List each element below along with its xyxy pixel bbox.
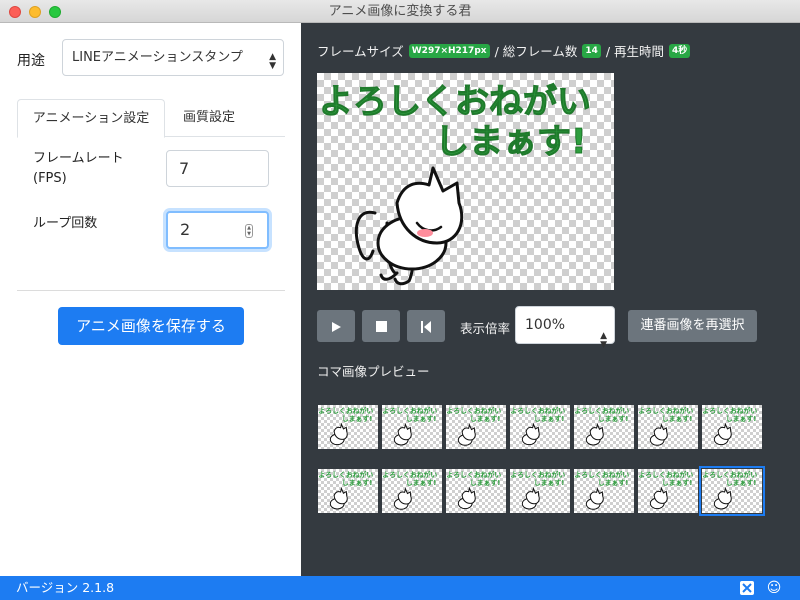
svg-text:しまぁす!: しまぁす! — [662, 414, 693, 423]
fps-label-line1: フレームレート — [33, 151, 124, 166]
svg-text:よろしくおねがい: よろしくおねがい — [382, 406, 437, 415]
svg-text:しまぁす!: しまぁす! — [534, 414, 565, 423]
svg-text:しまぁす!: しまぁす! — [726, 478, 757, 487]
stop-icon — [375, 321, 387, 332]
loop-count-label: ループ回数 — [33, 216, 98, 231]
frame-thumbnail[interactable]: よろしくおねがい しまぁす! — [510, 405, 570, 449]
tab-animation-settings[interactable]: アニメーション設定 — [17, 99, 165, 138]
frame-thumbnail[interactable]: よろしくおねがい しまぁす! — [510, 469, 570, 513]
rewind-button[interactable] — [407, 310, 445, 342]
stepper-icon[interactable]: ▲ ▼ — [245, 224, 253, 238]
loop-count-input[interactable]: 2 ▲ ▼ — [166, 211, 269, 249]
svg-text:しまぁす!: しまぁす! — [406, 414, 437, 423]
cat-illustration — [354, 166, 464, 286]
svg-text:しまぁす!: しまぁす! — [534, 478, 565, 487]
zoom-label: 表示倍率 — [460, 321, 511, 336]
cat-blush — [417, 229, 433, 237]
svg-text:しまぁす!: しまぁす! — [342, 478, 373, 487]
frame-thumbnail[interactable]: よろしくおねがい しまぁす! — [382, 469, 442, 513]
preview-panel: フレームサイズ W297×H217px / 総フレーム数 14 / 再生時間 4… — [301, 23, 800, 576]
version-text: バージョン 2.1.8 — [16, 580, 115, 595]
title-bar: アニメ画像に変換する君 — [0, 0, 800, 23]
status-bar: バージョン 2.1.8 ☺ — [0, 576, 800, 600]
frame-thumbnail[interactable]: よろしくおねがい しまぁす! — [638, 469, 698, 513]
frame-thumbnail[interactable]: よろしくおねがい しまぁす! — [446, 469, 506, 513]
tab-quality-settings[interactable]: 画質設定 — [169, 99, 249, 137]
frame-thumbnails: よろしくおねがい しまぁす! よろしくおねがい しまぁす! よろしくおねがい しまぁす! よ… — [318, 405, 766, 525]
frame-info: フレームサイズ W297×H217px / 総フレーム数 14 / 再生時間 4… — [317, 41, 691, 60]
window-title: アニメ画像に変換する君 — [328, 4, 472, 19]
skip-back-icon — [420, 320, 431, 333]
fps-label-line2: (FPS) — [33, 171, 67, 186]
svg-text:よろしくおねがい: よろしくおねがい — [638, 470, 693, 479]
svg-text:よろしくおねがい: よろしくおねがい — [510, 406, 565, 415]
fps-input[interactable]: 7 — [166, 150, 269, 187]
play-icon — [332, 321, 341, 332]
total-frames-label: / 総フレーム数 — [494, 44, 578, 59]
frame-thumbnail[interactable]: よろしくおねがい しまぁす! — [574, 469, 634, 513]
save-animation-button[interactable]: アニメ画像を保存する — [58, 307, 244, 345]
loop-count-value: 2 — [180, 220, 191, 239]
svg-text:よろしくおねがい: よろしくおねがい — [382, 470, 437, 479]
frame-thumbnail[interactable]: よろしくおねがい しまぁす! — [318, 469, 378, 513]
svg-text:よろしくおねがい: よろしくおねがい — [574, 406, 629, 415]
settings-panel: 用途 LINEアニメーションスタンプ ▲ ▼ アニメーション設定 画質設定 フレー… — [0, 23, 301, 576]
svg-text:しまぁす!: しまぁす! — [470, 478, 501, 487]
animation-preview: よろしくおねがい しまぁす! — [317, 73, 614, 290]
frame-thumbnail[interactable]: よろしくおねがい しまぁす! — [382, 405, 442, 449]
svg-text:しまぁす!: しまぁす! — [470, 414, 501, 423]
frame-thumbnail[interactable]: よろしくおねがい しまぁす! — [446, 405, 506, 449]
frame-thumbnail[interactable]: よろしくおねがい しまぁす! — [702, 405, 762, 449]
frame-size-label: フレームサイズ — [317, 44, 404, 59]
svg-text:よろしくおねがい: よろしくおねがい — [574, 470, 629, 479]
sticker-text-line1: よろしくおねがい — [319, 82, 591, 122]
usage-label: 用途 — [17, 53, 45, 69]
svg-text:よろしくおねがい: よろしくおねがい — [510, 470, 565, 479]
reselect-images-button[interactable]: 連番画像を再選択 — [628, 310, 757, 342]
play-time-badge: 4秒 — [669, 43, 691, 58]
svg-text:しまぁす!: しまぁす! — [662, 478, 693, 487]
zoom-select[interactable]: 100% ▲ ▼ — [515, 306, 615, 350]
total-frames-badge: 14 — [582, 43, 601, 58]
usage-select[interactable]: LINEアニメーションスタンプ ▲ ▼ — [62, 39, 284, 76]
app-logo-icon[interactable] — [739, 580, 755, 596]
svg-text:よろしくおねがい: よろしくおねがい — [638, 406, 693, 415]
sticker-text-line2: しまぁす! — [435, 122, 587, 162]
svg-text:しまぁす!: しまぁす! — [406, 478, 437, 487]
frame-thumbnail[interactable]: よろしくおねがい しまぁす! — [574, 405, 634, 449]
svg-text:よろしくおねがい: よろしくおねがい — [318, 470, 373, 479]
frame-thumbnail[interactable]: よろしくおねがい しまぁす! — [699, 466, 765, 516]
svg-text:しまぁす!: しまぁす! — [342, 414, 373, 423]
frames-preview-label: コマ画像プレビュー — [317, 364, 430, 379]
stop-button[interactable] — [362, 310, 400, 342]
svg-text:しまぁす!: しまぁす! — [598, 478, 629, 487]
frame-thumbnail[interactable]: よろしくおねがい しまぁす! — [638, 405, 698, 449]
play-time-label: / 再生時間 — [605, 44, 665, 59]
settings-tabs: アニメーション設定 画質設定 — [17, 99, 285, 138]
fps-label: フレームレート (FPS) — [33, 149, 124, 189]
zoom-select-value: 100% — [525, 317, 566, 333]
svg-text:よろしくおねがい: よろしくおねがい — [702, 406, 757, 415]
svg-text:よろしくおねがい: よろしくおねがい — [446, 406, 501, 415]
divider — [17, 290, 285, 291]
svg-text:しまぁす!: しまぁす! — [726, 414, 757, 423]
smiley-icon[interactable]: ☺ — [766, 580, 782, 596]
sticker-image: よろしくおねがい しまぁす! — [319, 82, 592, 286]
svg-text:よろしくおねがい: よろしくおねがい — [318, 406, 373, 415]
svg-text:よろしくおねがい: よろしくおねがい — [446, 470, 501, 479]
svg-text:しまぁす!: しまぁす! — [598, 414, 629, 423]
frame-thumbnail[interactable]: よろしくおねがい しまぁす! — [318, 405, 378, 449]
svg-text:よろしくおねがい: よろしくおねがい — [702, 470, 757, 479]
app-window: アニメ画像に変換する君 用途 LINEアニメーションスタンプ ▲ ▼ アニメーショ… — [0, 0, 800, 600]
frame-size-badge: W297×H217px — [408, 43, 490, 58]
play-button[interactable] — [317, 310, 355, 342]
usage-select-value: LINEアニメーションスタンプ — [72, 50, 243, 65]
